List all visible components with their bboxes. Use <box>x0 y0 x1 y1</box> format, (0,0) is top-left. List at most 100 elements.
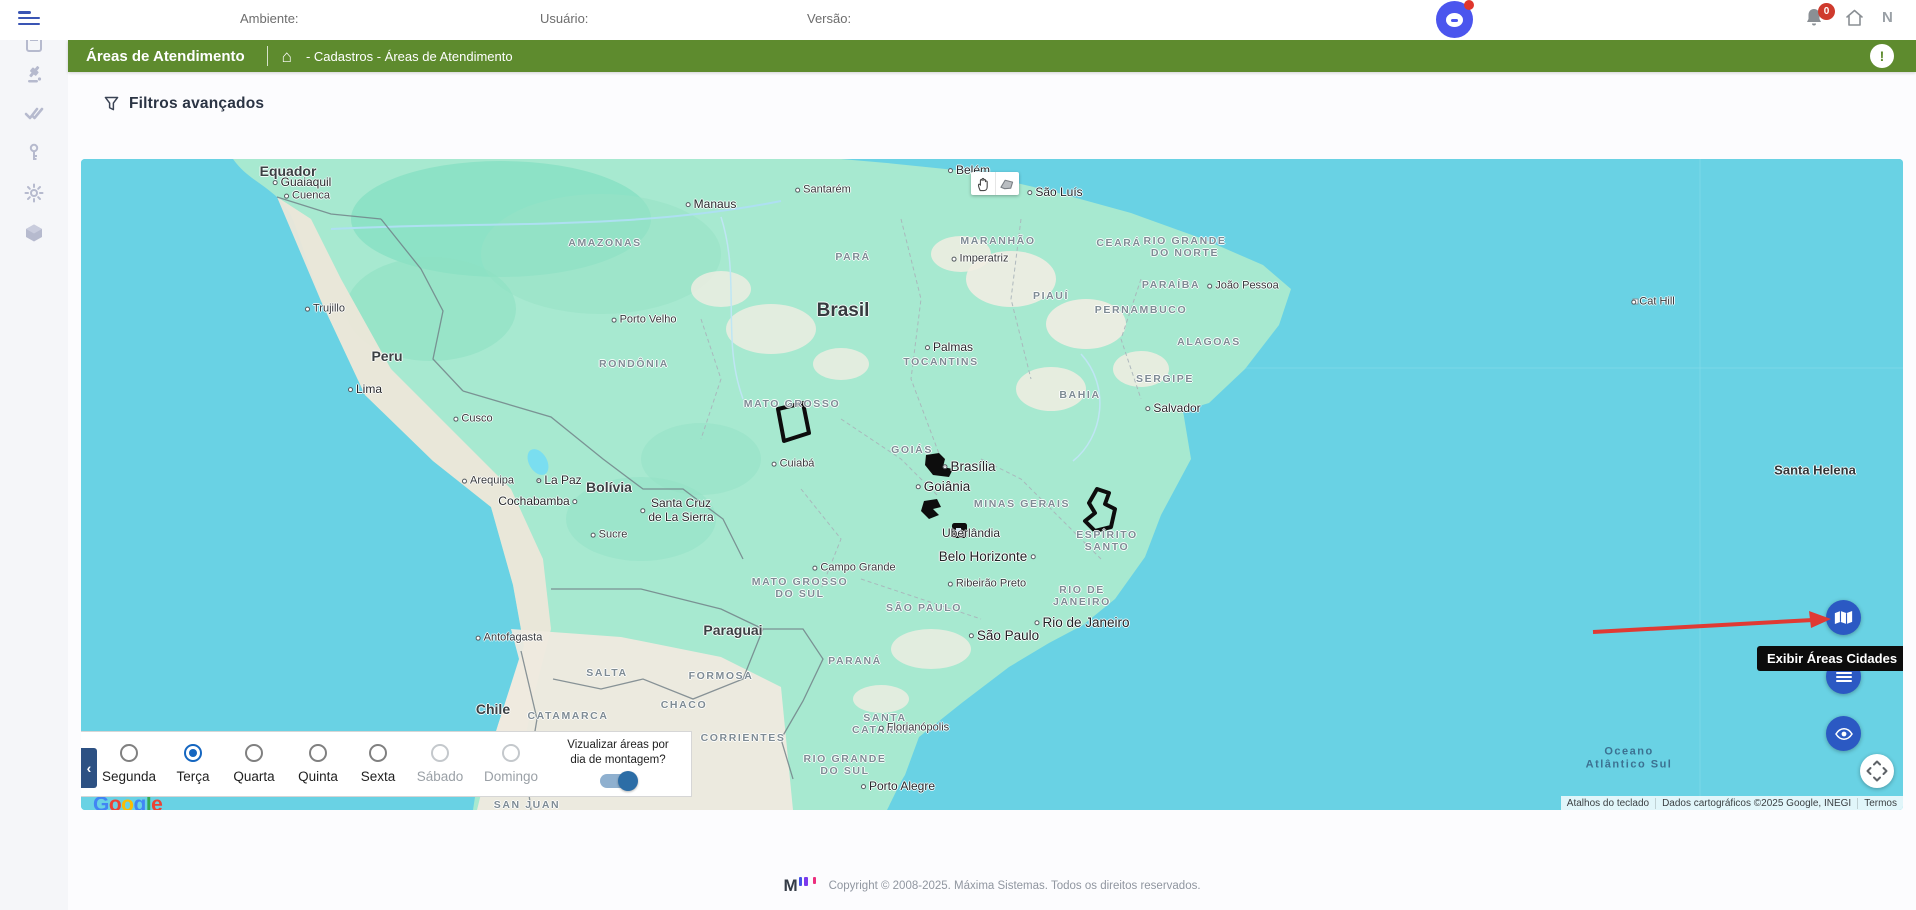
notifications-button[interactable]: 0 <box>1804 7 1844 35</box>
map-label: Trujillo <box>305 303 345 316</box>
hand-icon <box>975 176 990 192</box>
map-label: Campo Grande <box>812 562 895 575</box>
map-label: Chile <box>476 701 510 717</box>
toggle-label-line1: Vizualizar áreas por <box>549 738 687 753</box>
breadcrumb-divider <box>267 46 268 66</box>
map-label: Brasília <box>942 459 995 475</box>
map-label: Sucre <box>591 529 628 542</box>
notification-badge: 0 <box>1818 3 1835 20</box>
cube-icon[interactable] <box>24 223 44 243</box>
show-city-areas-button[interactable] <box>1826 600 1861 635</box>
map-label: MATO GROSSO <box>744 398 841 410</box>
map-label: CEARÁ <box>1096 237 1141 249</box>
areas-by-day-toggle[interactable] <box>600 774 636 788</box>
map-label: Peru <box>371 348 402 364</box>
map-label: SAN JUAN <box>494 799 560 810</box>
map-label: AMAZONAS <box>568 237 641 249</box>
map-label: CHACO <box>661 699 708 711</box>
move-arrows-icon <box>1866 760 1888 782</box>
home-icon[interactable] <box>1845 9 1864 27</box>
map-label: FORMOSA <box>689 670 754 682</box>
sidebar <box>0 40 68 910</box>
map-label: CORRIENTES <box>701 732 786 744</box>
pan-tool-button[interactable] <box>971 172 995 195</box>
ambiente-label: Ambiente: <box>240 11 299 26</box>
map-label: Arequipa <box>462 475 514 488</box>
polygon-icon <box>999 177 1015 191</box>
gavel-icon[interactable] <box>24 64 44 84</box>
day-radio-domingo: Domingo <box>471 744 551 784</box>
map-label: Santa Helena <box>1774 464 1856 479</box>
double-check-icon[interactable] <box>24 103 44 123</box>
map-label: Antofagasta <box>476 632 543 645</box>
map-label: João Pessoa <box>1207 280 1279 293</box>
pan-control-button[interactable] <box>1860 754 1894 788</box>
map-label: Bolívia <box>586 479 632 495</box>
map-label: TOCANTINS <box>903 356 978 368</box>
map-label: Rio de Janeiro <box>1034 615 1129 631</box>
n-icon[interactable]: N <box>1882 9 1894 26</box>
map-label: Cusco <box>453 413 492 426</box>
map-label: Santarém <box>795 184 851 197</box>
map-label: GOIÁS <box>891 444 933 456</box>
map-label: Ribeirão Preto <box>948 578 1026 591</box>
top-header: Ambiente: Usuário: Versão: 0 N <box>0 0 1916 40</box>
map-label: RIO DE JANEIRO <box>1053 584 1111 608</box>
map-label: São Luís <box>1027 186 1082 200</box>
map-label: Brasil <box>817 300 870 322</box>
key-icon[interactable] <box>24 143 44 163</box>
map-label: MARANHÃO <box>960 235 1035 247</box>
map-label: Florianópolis <box>879 722 949 735</box>
map-label: Goiânia <box>916 479 971 495</box>
map-label: RONDÔNIA <box>599 358 669 370</box>
day-filter-panel: ‹ SegundaTerçaQuartaQuintaSextaSábadoDom… <box>81 731 692 797</box>
chat-notification-dot <box>1464 0 1474 10</box>
map-label: Santa Cruz de La Sierra <box>640 497 713 525</box>
map-label: SÃO PAULO <box>886 602 962 614</box>
chat-icon[interactable] <box>1436 1 1473 38</box>
map-label: PARÁ <box>835 251 870 263</box>
draw-tools <box>971 172 1019 195</box>
map-label: PIAUÍ <box>1033 290 1069 302</box>
advanced-filters-toggle[interactable]: Filtros avançados <box>104 95 264 113</box>
map-label: Cat Hill <box>1631 296 1674 309</box>
map-label: BAHIA <box>1059 389 1100 401</box>
maxima-logo: M <box>783 876 796 895</box>
map-label: MATO GROSSO DO SUL <box>752 576 849 600</box>
map-label: Oceano Atlântico Sul <box>1586 745 1673 770</box>
list-icon <box>1836 671 1852 683</box>
map-label: MINAS GERAIS <box>974 498 1070 510</box>
gear-icon[interactable] <box>24 183 44 203</box>
polygon-tool-button[interactable] <box>995 172 1020 195</box>
map-label: Uberlândia <box>942 527 1000 541</box>
terms-link[interactable]: Termos <box>1857 798 1903 809</box>
visibility-button[interactable] <box>1826 716 1861 751</box>
map-icon <box>1834 610 1853 625</box>
clipboard-icon[interactable] <box>24 40 44 52</box>
map-label: PERNAMBUCO <box>1095 304 1187 316</box>
copyright-text: Copyright © 2008-2025. Máxima Sistemas. … <box>829 880 1201 892</box>
map-canvas[interactable]: EquadorGuaiaquilCuencaBelémSantarémSão L… <box>81 159 1903 810</box>
map-label: Guaiaquil <box>273 176 332 190</box>
map-label: Cochabamba <box>498 495 577 509</box>
keyboard-shortcuts-link[interactable]: Atalhos do teclado <box>1561 798 1655 809</box>
map-label: RIO GRANDE DO SUL <box>803 753 886 777</box>
map-label: PARANÁ <box>828 655 882 667</box>
map-label: Cuiabá <box>772 458 815 471</box>
map-label: Paraguai <box>703 622 762 638</box>
breadcrumb-home-icon[interactable]: ⌂ <box>282 48 292 65</box>
map-attribution: Atalhos do tecladoDados cartográficos ©2… <box>1561 796 1903 810</box>
page-title: Áreas de Atendimento <box>86 48 245 65</box>
info-button[interactable]: ! <box>1870 44 1894 68</box>
hamburger-menu-icon[interactable] <box>18 11 42 27</box>
map-label: CATAMARCA <box>527 710 608 722</box>
map-label: Cuenca <box>284 190 330 203</box>
map-label: Lima <box>348 383 382 397</box>
map-label: Salvador <box>1145 402 1200 416</box>
map-label: SALTA <box>586 667 627 679</box>
filter-funnel-icon <box>104 96 119 112</box>
map-label: SERGIPE <box>1136 373 1194 385</box>
footer: M Copyright © 2008-2025. Máxima Sistemas… <box>68 876 1916 896</box>
map-label: Imperatriz <box>952 253 1009 266</box>
toggle-label-line2: dia de montagem? <box>549 753 687 768</box>
